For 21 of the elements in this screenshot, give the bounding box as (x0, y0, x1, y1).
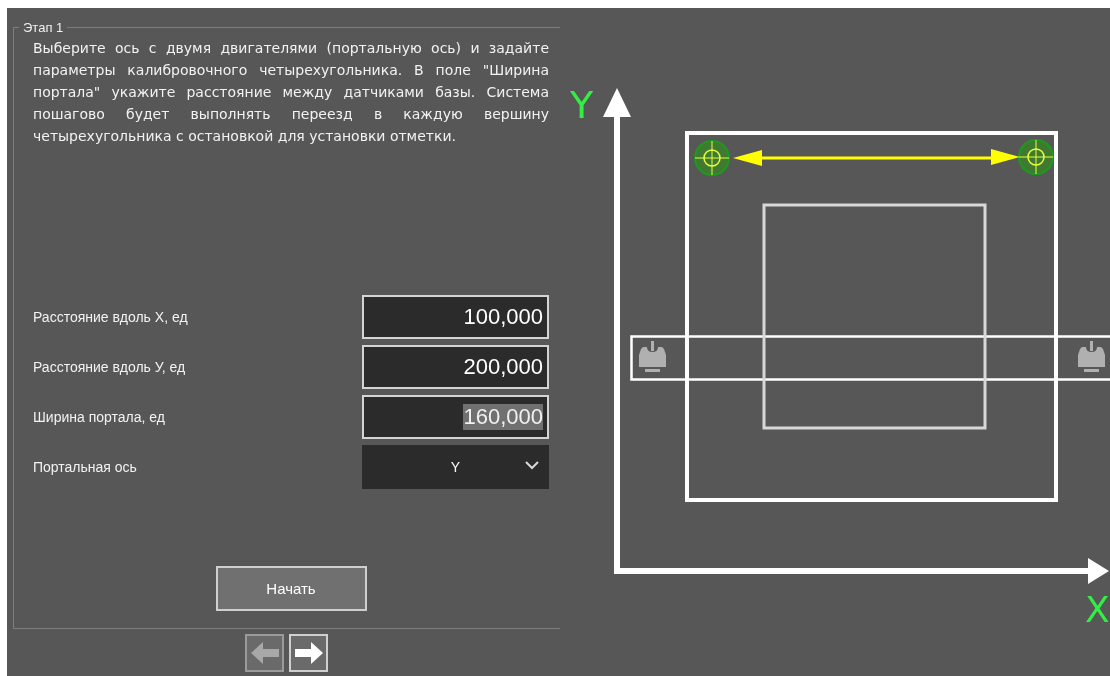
input-field[interactable]: 200,000 (362, 345, 549, 389)
forward-button[interactable] (289, 634, 328, 672)
input-field[interactable]: 100,000 (362, 295, 549, 339)
y-axis-label: Y (570, 83, 594, 127)
left-arrow-icon (250, 642, 279, 664)
axis-dropdown[interactable]: Y (362, 445, 549, 489)
target-icon (694, 140, 730, 176)
field-label: Портальная ось (33, 459, 138, 475)
motor-icon (639, 341, 666, 372)
input-field[interactable]: 160,000 (362, 395, 549, 439)
stage-title: Этап 1 (22, 20, 65, 35)
chevron-icon (525, 461, 539, 470)
start-button[interactable]: Начать (215, 566, 367, 611)
field-label: Расстояние вдоль X, ед (33, 309, 189, 325)
x-axis-label: X (1085, 589, 1110, 630)
target-icon (1018, 139, 1054, 175)
field-label: Ширина портала, ед (33, 409, 166, 425)
field-label: Расстояние вдоль У, ед (33, 359, 187, 375)
motor-icon (1078, 341, 1105, 372)
instruction-text: Выберите ось с двумя двигателями (портальную ось) и задайте параметры калибровочного четырехугольника. В поле "Ширина портала" укажите расстояние между датчиками базы. Система пошагово будет выполнять переезд в каждую вершину четырехугольника с остановкой для установки отметки. (33, 39, 549, 146)
right-arrow-icon (294, 642, 323, 664)
